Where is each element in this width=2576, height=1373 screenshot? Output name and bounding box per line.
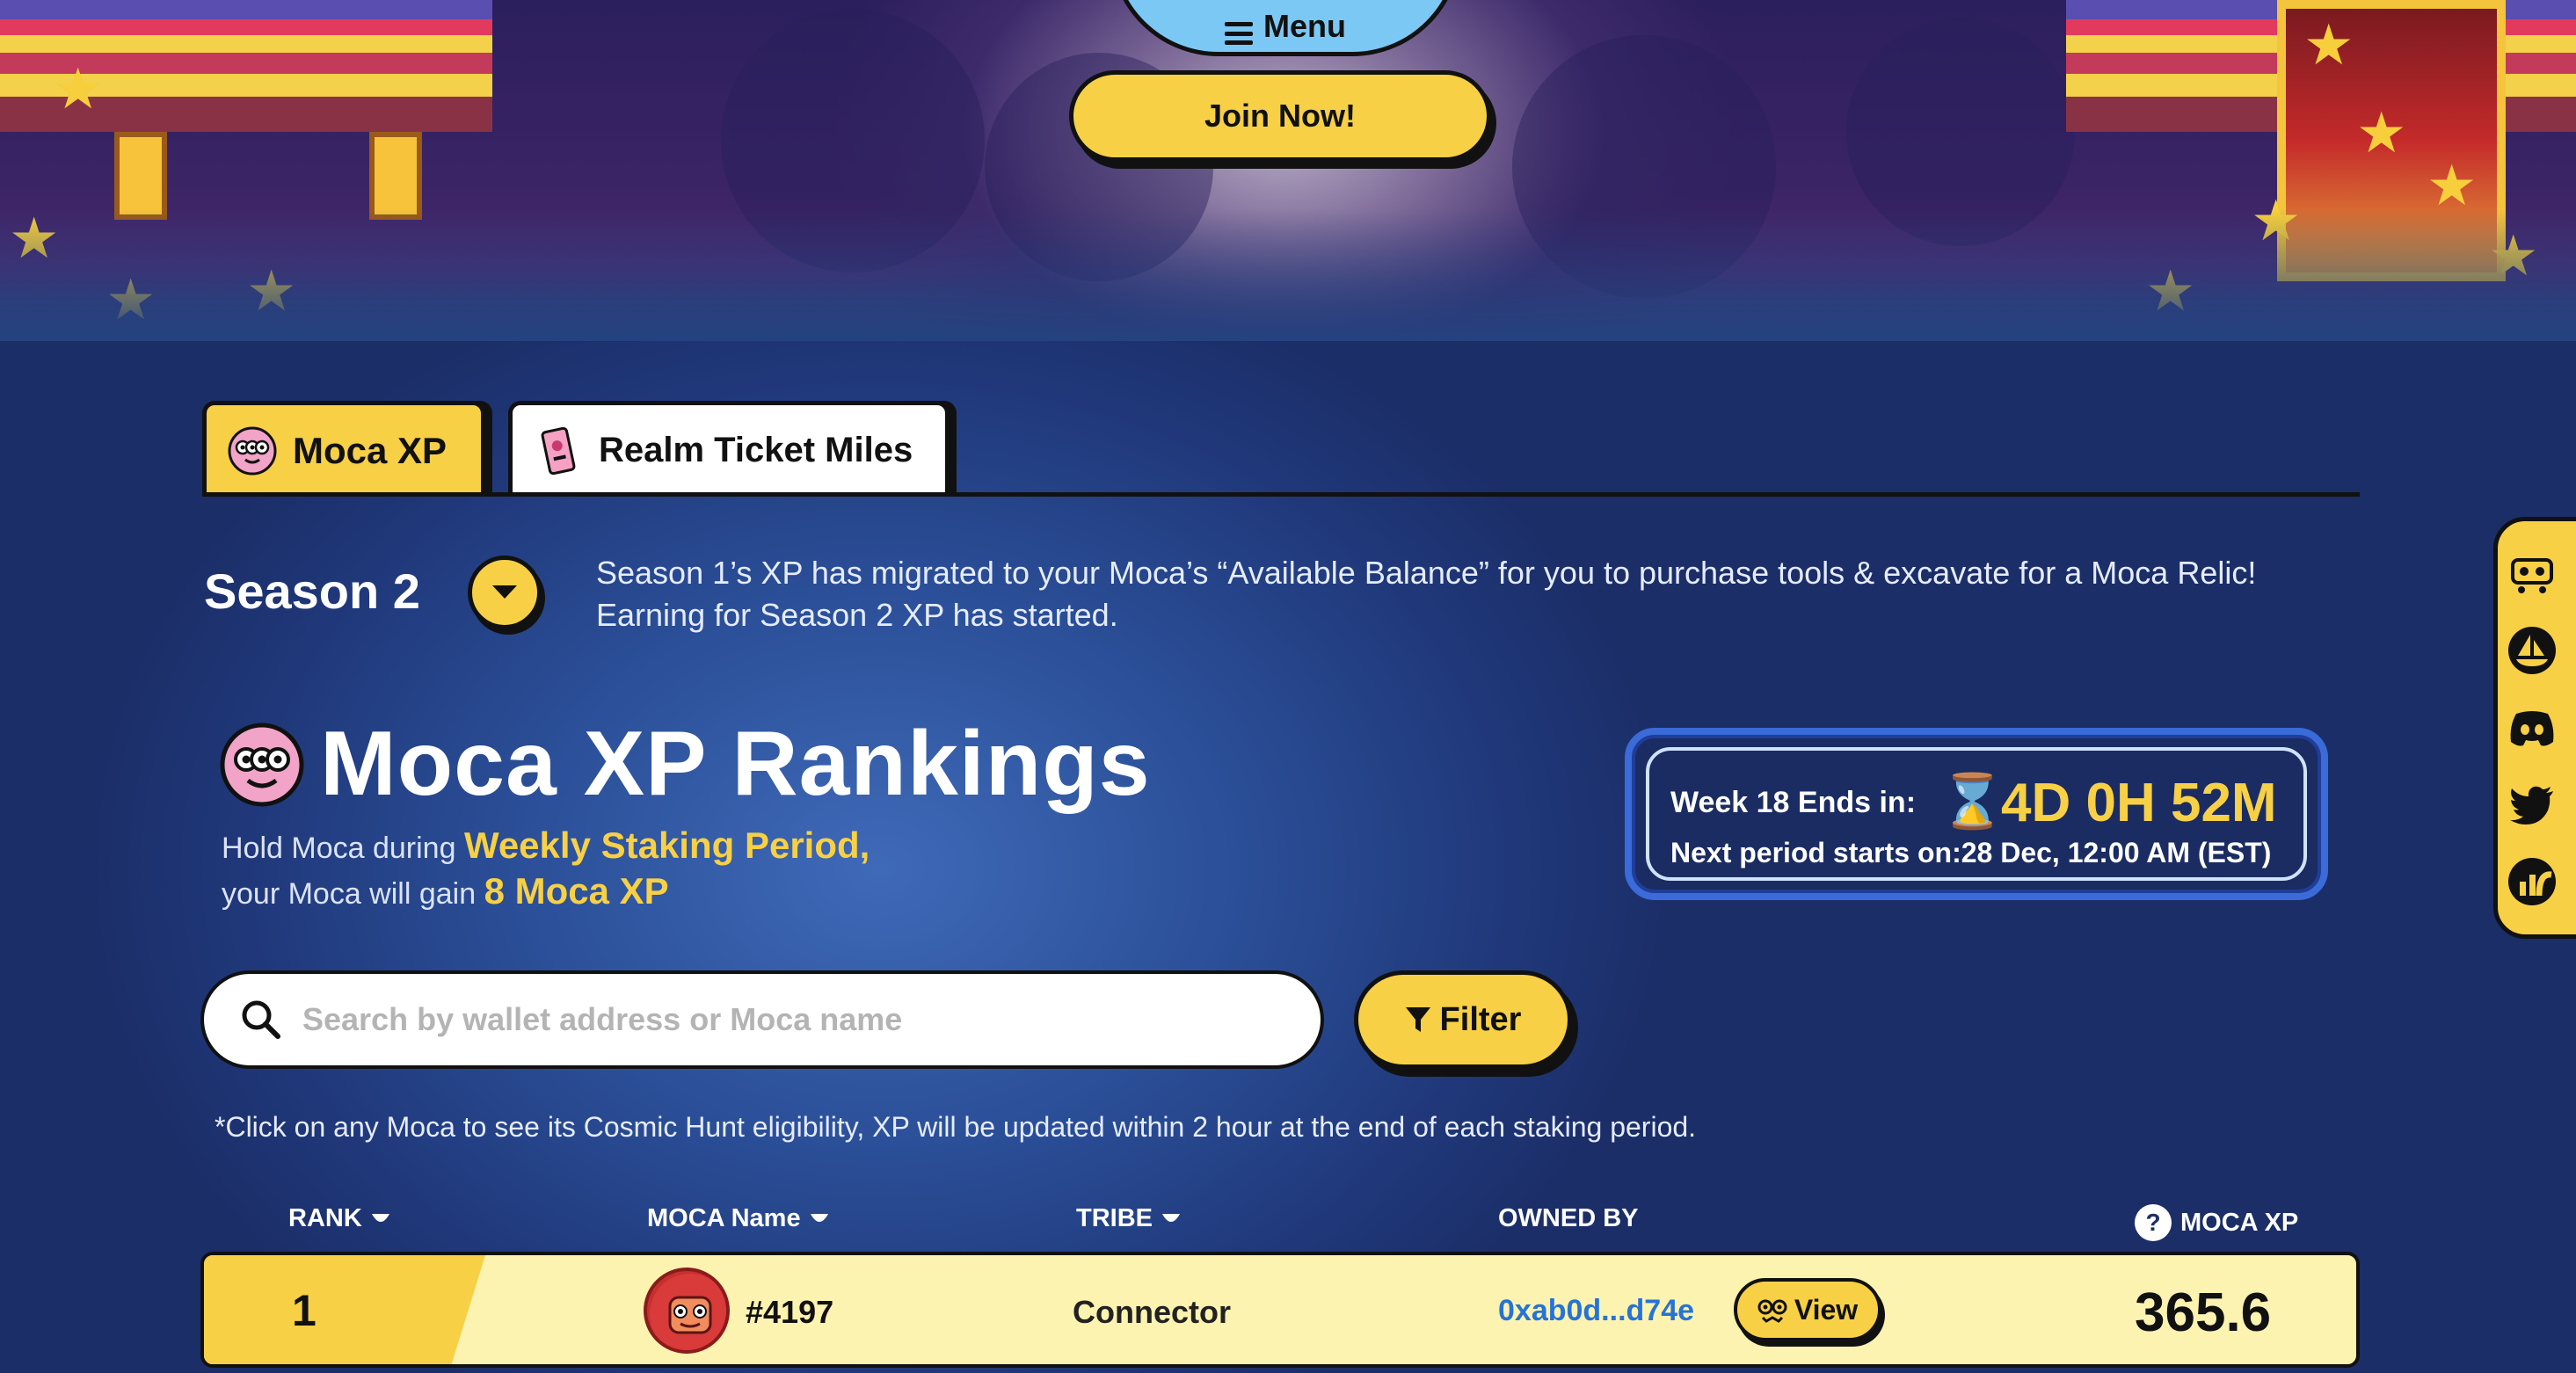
moca-face-icon	[228, 426, 277, 475]
discord-icon[interactable]	[2506, 701, 2558, 754]
season-note: Season 1’s XP has migrated to your Moca’…	[596, 552, 2478, 636]
moca-name: #4197	[746, 1294, 834, 1330]
rankings-heading: Moca XP Rankings	[220, 712, 1151, 817]
chevron-down-icon	[492, 585, 517, 599]
next-period: Next period starts on:28 Dec, 12:00 AM (…	[1670, 837, 2272, 868]
week-timer-panel: Week 18 Ends in: ⌛ 4D 0H 52M Next period…	[1625, 728, 2328, 900]
menu-icon	[1225, 22, 1253, 45]
hold-line: Hold Moca during Weekly Staking Period,	[222, 825, 870, 867]
season-note-line: Season 1’s XP has migrated to your Moca’…	[596, 555, 2257, 591]
ticket-icon	[541, 426, 576, 475]
help-icon[interactable]: ?	[2135, 1204, 2172, 1241]
search-input[interactable]	[302, 1001, 1270, 1038]
join-now-button[interactable]: Join Now!	[1069, 70, 1491, 162]
opensea-icon[interactable]	[2506, 624, 2558, 677]
column-header-owned-by: OWNED BY	[1498, 1204, 1639, 1233]
view-label: View	[1794, 1293, 1859, 1326]
star-icon: ★	[2356, 101, 2407, 166]
filter-label: Filter	[1439, 1000, 1522, 1038]
column-label: MOCA Name	[647, 1204, 801, 1232]
column-header-moca-xp: ? MOCA XP	[2135, 1204, 2298, 1241]
filter-button[interactable]: Filter	[1354, 970, 1572, 1069]
search-bar	[200, 970, 1324, 1069]
column-label: TRIBE	[1076, 1204, 1153, 1232]
disclaimer: *Click on any Moca to see its Cosmic Hun…	[215, 1111, 1697, 1143]
rank-cell	[204, 1255, 485, 1364]
star-icon: ★	[2303, 13, 2354, 78]
menu-label: Menu	[1263, 8, 1346, 44]
tabs-divider	[202, 492, 2360, 497]
season-dropdown-button[interactable]	[468, 556, 542, 629]
sort-caret-icon	[810, 1213, 828, 1222]
tab-label: Moca XP	[293, 429, 448, 471]
season-title: Season 2	[204, 563, 420, 619]
table-row[interactable]: 1 #4197 Connector 0xab0d...d74e View 365…	[200, 1252, 2360, 1368]
hero-fade	[0, 209, 2576, 341]
star-icon: ★	[2427, 154, 2478, 219]
tab-label: Realm Ticket Miles	[599, 431, 913, 469]
view-button[interactable]: View	[1734, 1278, 1881, 1341]
moca-avatar	[644, 1268, 730, 1354]
column-label: MOCA XP	[2180, 1208, 2299, 1237]
tribe-name: Connector	[1073, 1294, 1231, 1330]
gain-prefix: your Moca will gain	[222, 877, 477, 911]
hold-prefix: Hold Moca during	[222, 832, 456, 865]
star-icon: ★	[53, 57, 104, 122]
sort-caret-icon	[1162, 1213, 1180, 1222]
column-label: RANK	[288, 1204, 362, 1232]
column-header-moca-name[interactable]: MOCA Name	[647, 1204, 829, 1233]
moca-face-icon	[1757, 1299, 1787, 1323]
column-header-tribe[interactable]: TRIBE	[1076, 1204, 1181, 1233]
gain-amount: 8 Moca XP	[484, 870, 669, 912]
marketplace-icon[interactable]	[2506, 548, 2558, 600]
sort-caret-icon	[371, 1213, 389, 1222]
moca-face-icon	[220, 723, 304, 806]
social-sidebar	[2493, 517, 2576, 939]
rank-number: 1	[292, 1286, 317, 1335]
twitter-icon[interactable]	[2506, 779, 2558, 832]
tab-realm-ticket-miles[interactable]: Realm Ticket Miles	[508, 401, 950, 496]
rankings-title: Moca XP Rankings	[320, 713, 1151, 815]
column-header-rank[interactable]: RANK	[288, 1204, 390, 1233]
season-note-line: Earning for Season 2 XP has started.	[596, 597, 1118, 633]
hourglass-icon: ⌛	[1939, 771, 2005, 832]
column-label: OWNED BY	[1498, 1204, 1639, 1232]
staking-period-highlight: Weekly Staking Period,	[463, 825, 870, 866]
tab-moca-xp[interactable]: Moca XP	[202, 401, 485, 496]
week-label: Week 18 Ends in:	[1670, 786, 1917, 819]
search-icon	[242, 1000, 280, 1039]
owner-address-link[interactable]: 0xab0d...d74e	[1498, 1294, 1694, 1328]
chart-icon[interactable]	[2506, 855, 2558, 908]
countdown: 4D 0H 52M	[2001, 773, 2277, 833]
filter-icon	[1405, 1007, 1430, 1032]
gain-line: your Moca will gain 8 Moca XP	[222, 870, 669, 912]
moca-xp-value: 365.6	[2135, 1282, 2272, 1343]
